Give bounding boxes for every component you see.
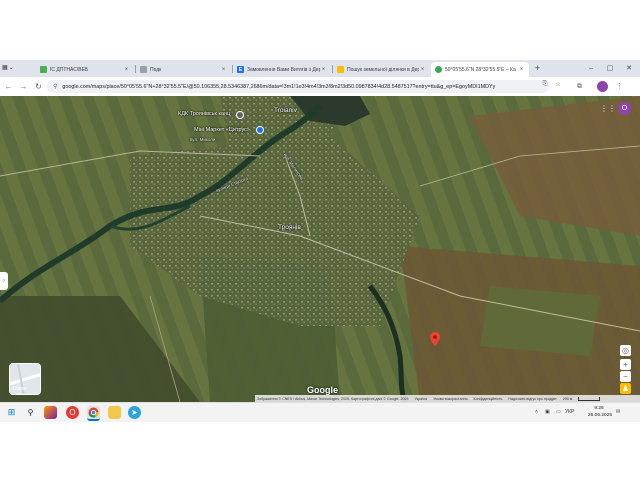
windows-taskbar: ⊞ ⚲ O ➤ ˄ ▣ ▭ УКР 9:26 26.06.2025 ✉ <box>0 402 640 422</box>
close-icon[interactable]: × <box>123 67 130 73</box>
shopping-marker-icon[interactable] <box>256 126 264 134</box>
reload-button[interactable]: ↻ <box>33 81 44 92</box>
back-button[interactable]: ← <box>3 81 14 92</box>
close-window-button[interactable]: ✕ <box>622 63 636 74</box>
account-avatar[interactable]: O <box>618 102 631 115</box>
tab-search-dropdown[interactable]: ▦ ⌄ <box>2 63 22 74</box>
search-icon[interactable]: ⚲ <box>24 406 37 419</box>
url-text: google.com/maps/place/50°05'55.6"N+28°32… <box>62 83 496 90</box>
language-indicator[interactable]: УКР <box>565 409 574 415</box>
site-info-icon[interactable]: ⚲ <box>53 83 57 90</box>
forward-button[interactable]: → <box>18 81 29 92</box>
tab-title: Пошук земельної ділянки в Дер <box>347 66 419 73</box>
browser-toolbar: ← → ↻ ⚲ google.com/maps/place/50°05'55.6… <box>0 77 640 96</box>
tab-bar: ▦ ⌄ ІС ДПТНАС\ВЕБ × Подк × E Замовлення В… <box>0 60 640 77</box>
new-tab-button[interactable]: + <box>532 63 543 74</box>
layers-label: Шари <box>13 386 26 392</box>
system-clock[interactable]: 9:26 26.06.2025 <box>588 405 613 419</box>
file-explorer-icon[interactable] <box>108 406 121 419</box>
close-icon[interactable]: × <box>419 67 426 73</box>
widgets-icon[interactable] <box>44 406 57 419</box>
tab-2[interactable]: Подк × <box>136 62 231 77</box>
chrome-icon[interactable] <box>87 406 100 421</box>
more-menu-icon[interactable]: ⋮ <box>614 81 625 92</box>
chrome-logo <box>88 407 99 418</box>
bookmark-star-icon[interactable]: ☆ <box>553 81 563 88</box>
zoom-out-button[interactable]: − <box>620 371 631 382</box>
expand-side-panel-button[interactable]: › <box>0 272 8 290</box>
tray-chevron-icon[interactable]: ˄ <box>535 409 538 415</box>
google-logo: Google <box>307 385 338 395</box>
tab-title: Подк <box>150 66 162 73</box>
footer-link-feedback[interactable]: Надіслати відгук про продукт <box>508 397 556 401</box>
install-app-icon[interactable]: ⎘ <box>540 81 550 88</box>
tab-favicon-icon <box>140 66 147 73</box>
tab-favicon-icon <box>337 66 344 73</box>
layers-button[interactable]: Шари <box>9 363 41 395</box>
windows-start-icon[interactable]: ⊞ <box>5 406 18 419</box>
poi-label-kdk[interactable]: КДК Троянівськ канц <box>178 111 230 117</box>
place-label-troianiv-en[interactable]: Troianiv <box>274 107 297 114</box>
scale-bar <box>578 396 601 401</box>
satellite-map[interactable]: Troianiv КДК Троянівськ канц Міні Маркет… <box>0 96 640 402</box>
notifications-icon[interactable]: ✉ <box>616 409 620 415</box>
street-view-pegman-icon[interactable]: ♟ <box>620 383 631 394</box>
tray-battery-icon[interactable]: ▭ <box>556 409 561 415</box>
close-icon[interactable]: × <box>518 67 525 73</box>
poi-marker-icon[interactable] <box>236 111 244 119</box>
minimize-button[interactable]: – <box>584 63 598 74</box>
address-bar[interactable]: ⚲ google.com/maps/place/50°05'55.6"N+28°… <box>47 80 549 93</box>
clock-date: 26.06.2025 <box>588 413 613 418</box>
extensions-icon[interactable]: ⧉ <box>574 81 585 92</box>
chevron-down-icon: ⌄ <box>8 65 14 71</box>
screen: ▦ ⌄ ІС ДПТНАС\ВЕБ × Подк × E Замовлення В… <box>0 60 640 422</box>
google-apps-icon[interactable]: ⋮⋮ <box>600 104 616 114</box>
telegram-icon[interactable]: ➤ <box>128 406 141 419</box>
close-icon[interactable]: × <box>220 67 227 73</box>
tab-1[interactable]: ІС ДПТНАС\ВЕБ × <box>36 62 134 77</box>
tab-3[interactable]: E Замовлення Вами Витягів з Держ × <box>233 62 331 77</box>
footer-link-terms[interactable]: Умови використання <box>433 397 467 401</box>
poi-label-market[interactable]: Міні Маркет «Цитрус» <box>194 127 250 133</box>
tab-favicon-icon: E <box>237 66 244 73</box>
footer-link-country[interactable]: Україна <box>414 397 427 401</box>
maximize-button[interactable]: ▢ <box>603 63 617 74</box>
tab-5-active[interactable]: 50°05'55.6"N 28°32'55.5"E – Ка × <box>431 62 529 77</box>
close-icon[interactable]: × <box>320 67 327 73</box>
place-label-troianiv-uk[interactable]: Троянів <box>278 224 301 231</box>
tray-app-icon[interactable]: ▣ <box>545 409 550 415</box>
my-location-button[interactable]: ◎ <box>620 345 631 356</box>
tab-title: Замовлення Вами Витягів з Держ <box>247 66 320 73</box>
tab-title: ІС ДПТНАС\ВЕБ <box>50 66 89 73</box>
location-pin-icon[interactable] <box>430 332 440 346</box>
tab-4[interactable]: Пошук земельної ділянки в Дер × <box>333 62 430 77</box>
street-label: вул. Миколи <box>190 137 216 142</box>
clock-time: 9:26 <box>594 406 604 411</box>
satellite-imagery <box>0 96 640 402</box>
scale-label[interactable]: 200 м <box>563 397 572 401</box>
map-footer: Зображення © CNES / Airbus, Maxar Techno… <box>255 395 640 402</box>
tab-favicon-icon <box>40 66 47 73</box>
attribution-text: Зображення © CNES / Airbus, Maxar Techno… <box>257 396 409 401</box>
footer-link-privacy[interactable]: Конфіденційність <box>474 397 503 401</box>
opera-icon[interactable]: O <box>66 406 79 419</box>
maps-pin-icon <box>435 66 442 73</box>
profile-avatar[interactable] <box>597 81 608 92</box>
tab-title: 50°05'55.6"N 28°32'55.5"E – Ка <box>445 66 516 73</box>
zoom-in-button[interactable]: + <box>620 359 631 370</box>
grid-icon: ▦ <box>2 65 8 71</box>
